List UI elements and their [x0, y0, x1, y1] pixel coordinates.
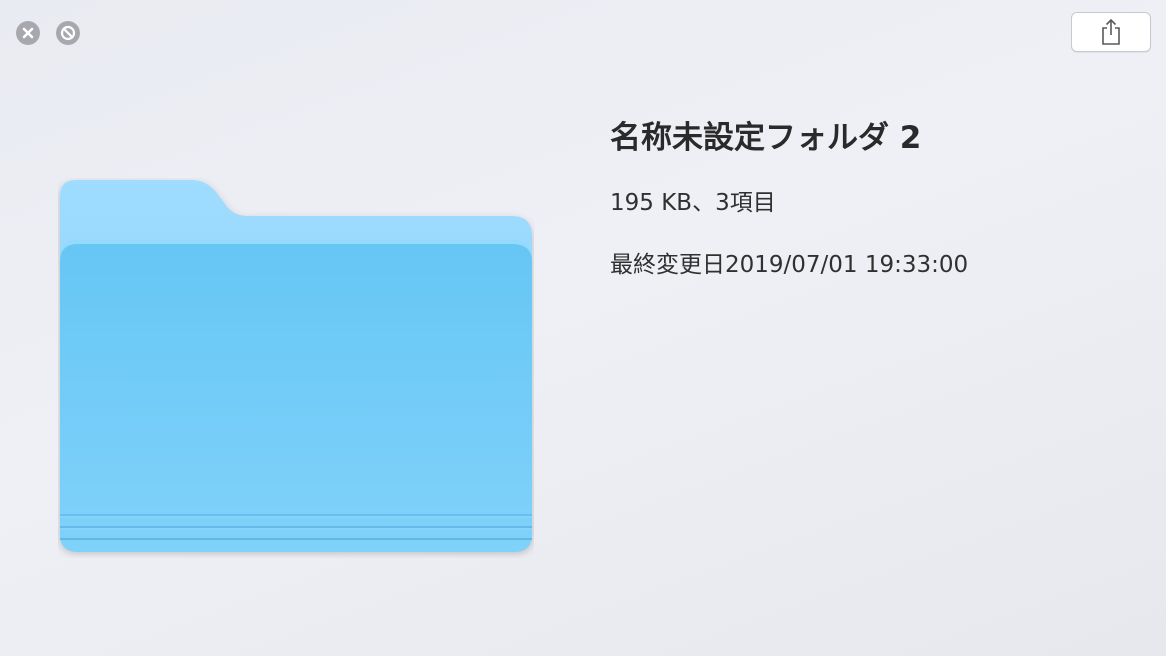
close-button[interactable] [16, 21, 40, 45]
close-icon [17, 22, 39, 44]
file-name: 名称未設定フォルダ 2 [610, 120, 922, 156]
folder-preview [58, 178, 534, 558]
window-controls [16, 21, 80, 45]
fullscreen-icon [57, 22, 79, 44]
quick-look-window: 名称未設定フォルダ 2 195 KB、3項目 最終変更日2019/07/01 1… [0, 0, 1166, 656]
file-size-summary: 195 KB、3項目 [610, 190, 776, 216]
fullscreen-button[interactable] [56, 21, 80, 45]
share-button[interactable] [1071, 12, 1151, 52]
file-info: 名称未設定フォルダ 2 195 KB、3項目 最終変更日2019/07/01 1… [610, 112, 1150, 307]
modified-date: 最終変更日2019/07/01 19:33:00 [610, 252, 969, 278]
folder-icon [60, 180, 532, 552]
share-icon [1102, 18, 1120, 45]
